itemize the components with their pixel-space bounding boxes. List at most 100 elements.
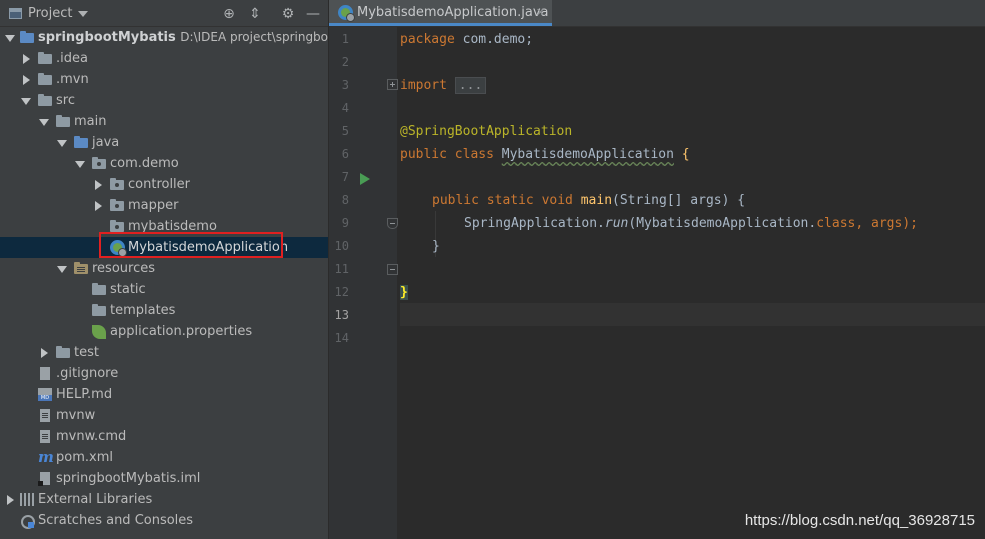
collapse-arrow-icon[interactable] <box>92 174 104 195</box>
tree-item-application-properties[interactable]: application.properties <box>0 321 328 342</box>
project-view-selector[interactable]: Project <box>9 5 89 22</box>
matched-brace: } <box>400 285 408 300</box>
markdown-file-icon <box>38 388 52 401</box>
keyword: public static void <box>432 193 573 208</box>
tab-label: MybatisdemoApplication.java <box>357 5 549 20</box>
tab-mybatisdemoapplication-java[interactable]: MybatisdemoApplication.java ✕ <box>329 0 552 26</box>
package-name: com.demo; <box>454 32 534 47</box>
expand-arrow-icon[interactable] <box>38 111 50 132</box>
tree-item-label: main <box>74 114 107 129</box>
method-params: (String[] args) { <box>612 193 746 208</box>
hide-icon[interactable]: — <box>304 5 322 23</box>
tree-item-mvn[interactable]: .mvn <box>0 69 328 90</box>
line-number: 10 <box>334 239 349 253</box>
tree-item-label: External Libraries <box>38 492 153 507</box>
tree-item-resources[interactable]: resources <box>0 258 328 279</box>
collapse-arrow-icon[interactable] <box>38 342 50 363</box>
file-icon <box>40 367 50 380</box>
line-number: 6 <box>341 147 349 161</box>
expand-arrow-icon[interactable] <box>56 258 68 279</box>
package-icon <box>110 178 124 190</box>
tree-item-test[interactable]: test <box>0 342 328 363</box>
tree-item-mvnw-cmd[interactable]: mvnw.cmd <box>0 426 328 447</box>
chevron-down-icon <box>78 10 89 17</box>
resources-folder-icon <box>74 262 88 274</box>
collapse-arrow-icon[interactable] <box>92 195 104 216</box>
keyword: import <box>400 78 447 93</box>
tree-item-label: .mvn <box>56 72 89 87</box>
maven-icon: m <box>38 448 54 466</box>
project-icon <box>9 8 22 19</box>
tree-item-label: static <box>110 282 146 297</box>
tree-item-idea[interactable]: .idea <box>0 48 328 69</box>
code-line-9: public static void main(String[] args) { <box>432 189 745 212</box>
brace: { <box>681 147 690 162</box>
tree-item-iml[interactable]: springbootMybatis.iml <box>0 468 328 489</box>
collapse-arrow-icon[interactable] <box>20 69 32 90</box>
tree-item-gitignore[interactable]: .gitignore <box>0 363 328 384</box>
fold-expand-icon[interactable] <box>387 79 398 90</box>
tree-item-label: mvnw.cmd <box>56 429 127 444</box>
fold-end-icon[interactable] <box>387 264 398 275</box>
tree-item-static[interactable]: static <box>0 279 328 300</box>
source-folder-icon <box>74 136 88 148</box>
line-number: 4 <box>341 101 349 115</box>
tree-item-label: src <box>56 93 75 108</box>
expand-arrow-icon[interactable] <box>56 132 68 153</box>
expand-arrow-icon[interactable] <box>74 153 86 174</box>
code-line-10: SpringApplication.run(MybatisdemoApplica… <box>464 212 918 235</box>
keyword: class <box>816 216 856 231</box>
code-line-3: import ... <box>400 74 487 97</box>
scratches-icon <box>20 514 35 529</box>
keyword: public class <box>400 147 494 162</box>
tree-item-mapper[interactable]: mapper <box>0 195 328 216</box>
folder-icon <box>38 52 52 64</box>
tree-item-label: springbootMybatis.iml <box>56 471 201 486</box>
tree-item-label: mapper <box>128 198 179 213</box>
tree-item-scratches[interactable]: Scratches and Consoles <box>0 510 328 531</box>
tree-item-mybatisdemo[interactable]: mybatisdemo <box>0 216 328 237</box>
fold-collapse-icon[interactable] <box>387 218 398 229</box>
tree-item-springbootmybatis[interactable]: springbootMybatis D:\IDEA project\spring… <box>0 27 328 48</box>
expand-arrow-icon[interactable] <box>4 27 16 48</box>
code-line-6: @SpringBootApplication <box>400 120 572 143</box>
line-number: 9 <box>341 216 349 230</box>
tree-item-src[interactable]: src <box>0 90 328 111</box>
tree-item-templates[interactable]: templates <box>0 300 328 321</box>
folder-icon <box>38 94 52 106</box>
tree-item-label: controller <box>128 177 191 192</box>
libraries-icon <box>20 493 34 506</box>
tree-item-com-demo[interactable]: com.demo <box>0 153 328 174</box>
collapse-all-icon[interactable]: ⇕ <box>246 5 264 23</box>
text-file-icon <box>40 409 50 422</box>
close-icon[interactable]: ✕ <box>536 0 545 26</box>
expand-arrow-icon[interactable] <box>20 90 32 111</box>
gear-icon[interactable]: ⚙ <box>279 5 297 23</box>
spring-leaf-icon <box>92 325 106 339</box>
tree-item-help-md[interactable]: HELP.md <box>0 384 328 405</box>
tree-item-mvnw[interactable]: mvnw <box>0 405 328 426</box>
tree-item-external-libraries[interactable]: External Libraries <box>0 489 328 510</box>
run-gutter-icon[interactable] <box>360 173 370 185</box>
tree-item-pom-xml[interactable]: m pom.xml <box>0 447 328 468</box>
package-icon <box>110 199 124 211</box>
watermark: https://blog.csdn.net/qq_36928715 <box>744 512 975 529</box>
tree-item-java[interactable]: java <box>0 132 328 153</box>
locate-file-icon[interactable]: ⊕ <box>220 5 238 23</box>
line-number: 13 <box>334 308 349 322</box>
line-number: 12 <box>334 285 349 299</box>
tree-item-label: resources <box>92 261 156 276</box>
code-line-13: } <box>400 281 408 304</box>
project-path: D:\IDEA project\springbootMybatis <box>180 30 328 44</box>
collapse-arrow-icon[interactable] <box>4 489 16 510</box>
code-area[interactable]: package com.demo; import ... @SpringBoot… <box>400 27 985 539</box>
tree-item-label: mvnw <box>56 408 96 423</box>
class-name: MybatisdemoApplication <box>501 147 674 162</box>
tree-item-mybatisdemoapplication[interactable]: MybatisdemoApplication <box>0 237 328 258</box>
tree-item-controller[interactable]: controller <box>0 174 328 195</box>
folded-imports[interactable]: ... <box>454 77 487 94</box>
tree-item-label: mybatisdemo <box>128 219 217 234</box>
tree-item-label: pom.xml <box>56 450 113 465</box>
tree-item-main[interactable]: main <box>0 111 328 132</box>
collapse-arrow-icon[interactable] <box>20 48 32 69</box>
